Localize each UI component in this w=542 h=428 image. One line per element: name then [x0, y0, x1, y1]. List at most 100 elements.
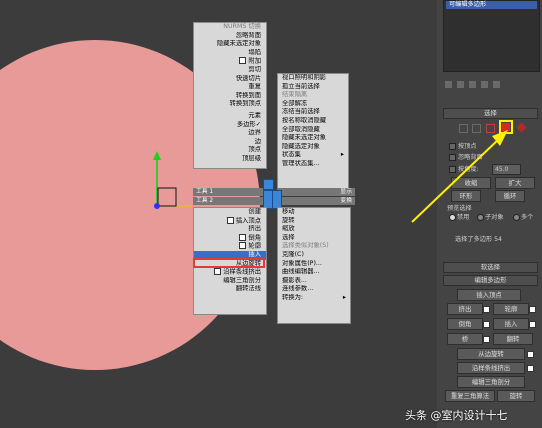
quad-menu-item[interactable]: 连线参数...: [278, 285, 350, 294]
quad-menu-item-label: 状态集: [282, 151, 301, 159]
quad-menu-item[interactable]: 边界: [194, 129, 266, 138]
outline-button[interactable]: 轮廓: [493, 303, 529, 315]
quad-menu-item[interactable]: 旋转: [278, 217, 350, 226]
quad-menu-item[interactable]: NURMS 切换: [194, 23, 266, 32]
quad-menu-item[interactable]: 创建: [194, 208, 266, 217]
quad-menu-item[interactable]: 摄影表...: [278, 277, 350, 286]
quad-menu-item[interactable]: 顶层级: [194, 155, 266, 164]
quad-menu-item[interactable]: 冻结当前选择: [278, 108, 348, 117]
bevel-button[interactable]: 倒角: [447, 318, 483, 330]
remove-modifier-icon[interactable]: [481, 81, 488, 88]
quad-menu-item[interactable]: 隐藏选定对象: [278, 143, 348, 152]
quad-menu-item-label: 元素: [248, 111, 261, 119]
configure-sets-icon[interactable]: [493, 81, 500, 88]
transform-gizmo-icon[interactable]: [140, 140, 200, 220]
quad-menu-item[interactable]: 插入顶点: [194, 216, 266, 226]
modifier-stack[interactable]: 可编辑多边形: [443, 0, 540, 72]
quad-menu-item[interactable]: 元素: [194, 112, 266, 121]
quad-menu-item-label: 选择类似对象(S): [282, 242, 329, 250]
quad-menu-item-label: 边界: [248, 129, 261, 137]
quad-top-right: 视口照明和阴影 孤立当前选择 结束隔离 全部解冻 冻结当前选择 按名称取消隐藏 全部取消隐…: [277, 73, 349, 190]
quad-menu-item[interactable]: 缩放: [278, 225, 350, 234]
quad-menu-item-label: 剪切: [248, 65, 261, 73]
modifier-item[interactable]: 可编辑多边形: [446, 1, 537, 9]
quad-menu-item[interactable]: 选择: [278, 234, 350, 243]
quad-menu-item[interactable]: 全部取消隐藏: [278, 126, 348, 135]
quad-menu-item[interactable]: ▸ 转换为:: [278, 294, 350, 303]
quad-menu-item[interactable]: 移动: [278, 208, 350, 217]
quad-menu-item[interactable]: 快速切片: [194, 75, 266, 84]
bevel-settings-icon[interactable]: [483, 321, 490, 328]
quad-menu-item[interactable]: 顶点: [194, 146, 266, 155]
quad-menu-item-label: 曲线编辑器...: [282, 268, 320, 276]
edit-polygons-label: 编辑多边形: [474, 276, 507, 284]
quad-menu-item[interactable]: 全部解冻: [278, 100, 348, 109]
viewport-lighting-item[interactable]: 视口照明和阴影: [278, 74, 348, 83]
quad-menu-item[interactable]: 对象属性(P)...: [278, 260, 350, 269]
quad-menu-item[interactable]: 克隆(C): [278, 251, 350, 260]
settings-box-icon[interactable]: [239, 57, 247, 65]
quad-menu-item[interactable]: 边: [194, 138, 266, 147]
quad-menu: NURMS 切换 忽略背面 隐藏未选定对象 塌陷 附加 剪切 快速切片 重复 转换到面 转换到顶点…: [193, 22, 355, 324]
quad-menu-item[interactable]: 转换到顶点: [194, 100, 266, 109]
quad-title-display: 显示: [277, 188, 355, 196]
bridge-settings-icon[interactable]: [483, 336, 490, 343]
hinge-button[interactable]: 从边旋转: [457, 348, 525, 360]
make-unique-icon[interactable]: [469, 81, 476, 88]
quad-menu-item[interactable]: 曲线编辑器...: [278, 268, 350, 277]
quad-menu-item-label: 插入: [248, 250, 261, 258]
quad-menu-item[interactable]: 管理状态集...: [278, 160, 348, 169]
submenu-arrow-icon: ▸: [340, 151, 344, 159]
quad-menu-item[interactable]: 转换到面: [194, 92, 266, 101]
quad-menu-item[interactable]: 按名称取消隐藏: [278, 117, 348, 126]
insert-vertex-button[interactable]: 插入顶点: [457, 289, 521, 301]
quad-menu-item[interactable]: 塌陷: [194, 49, 266, 58]
bridge-button[interactable]: 桥: [447, 333, 483, 345]
pin-stack-icon[interactable]: [445, 81, 452, 88]
extrude-settings-icon[interactable]: [483, 306, 490, 313]
quad-menu-item[interactable]: 倒角: [194, 233, 266, 243]
edit-polygons-header[interactable]: 编辑多边形: [443, 275, 538, 286]
quad-menu-item-label: 冻结当前选择: [282, 108, 320, 116]
quad-menu-item[interactable]: 重复: [194, 83, 266, 92]
inset-button[interactable]: 插入: [493, 318, 529, 330]
edit-triangulation-button[interactable]: 编辑三角剖分: [457, 376, 525, 388]
quad-menu-item[interactable]: 隐藏未选定对象: [278, 134, 348, 143]
settings-box-icon[interactable]: [226, 216, 234, 224]
retriangulate-button[interactable]: 重复三角算法: [445, 390, 495, 402]
hinge-settings-icon[interactable]: [527, 351, 534, 358]
quad-menu-item-label: 创建: [248, 208, 261, 215]
outline-settings-icon[interactable]: [529, 306, 536, 313]
quad-menu-item[interactable]: ✓ 多边形: [194, 121, 266, 130]
quad-menu-item-label: 挤出: [248, 225, 261, 233]
soft-selection-header[interactable]: 软选择: [443, 262, 538, 273]
quad-menu-item[interactable]: 孤立当前选择: [278, 83, 348, 92]
quad-menu-item[interactable]: 隐藏未选定对象: [194, 40, 266, 49]
quad-menu-item[interactable]: ▸ 状态集: [278, 151, 348, 160]
show-end-result-icon[interactable]: [457, 81, 464, 88]
extrude-spline-settings-icon[interactable]: [527, 365, 534, 372]
quad-menu-item[interactable]: 沿样条线挤出: [194, 268, 266, 277]
quad-menu-item-label: 编辑三角剖分: [223, 276, 261, 284]
quad-menu-item[interactable]: 剪切: [194, 66, 266, 75]
quad-menu-item-label: 隐藏未选定对象: [216, 40, 261, 48]
quad-menu-item[interactable]: 挤出: [194, 225, 266, 234]
quad-menu-item[interactable]: 编辑三角剖分: [194, 277, 266, 286]
quad-title-tools2: 工具 2: [193, 197, 268, 205]
extrude-button[interactable]: 挤出: [447, 303, 483, 315]
quad-menu-item[interactable]: 选择类似对象(S): [278, 242, 350, 251]
quad-menu-item[interactable]: 结束隔离: [278, 91, 348, 100]
flip-button[interactable]: 翻转: [493, 333, 533, 345]
quad-menu-item-label: 倒角: [248, 234, 261, 242]
quad-menu-item[interactable]: 忽略背面: [194, 32, 266, 41]
settings-box-icon[interactable]: [239, 233, 247, 241]
quad-menu-item[interactable]: 附加: [194, 57, 266, 66]
quad-menu-item[interactable]: 轮廓: [194, 242, 266, 251]
settings-box-icon[interactable]: [214, 268, 222, 276]
quad-menu-item[interactable]: 翻转法线: [194, 285, 266, 294]
turn-button[interactable]: 旋转: [497, 390, 535, 402]
settings-box-icon[interactable]: [239, 242, 247, 250]
quad-center-top[interactable]: [263, 179, 274, 190]
inset-settings-icon[interactable]: [529, 321, 536, 328]
extrude-spline-button[interactable]: 沿样条线挤出: [457, 362, 525, 374]
